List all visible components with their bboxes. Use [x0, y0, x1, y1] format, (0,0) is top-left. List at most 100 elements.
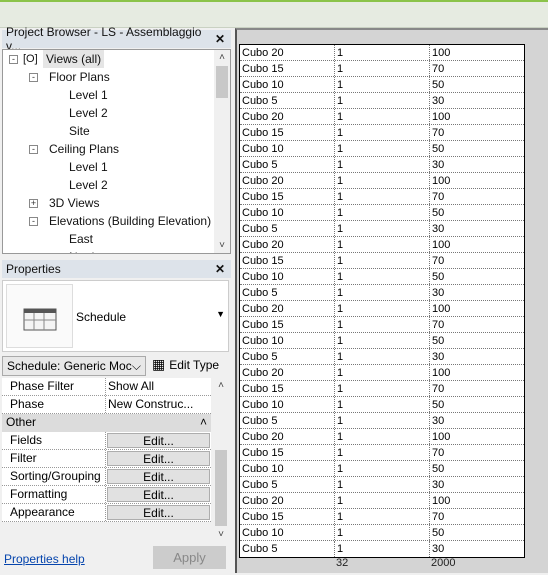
table-cell[interactable]: 50	[430, 205, 524, 220]
table-cell[interactable]: 1	[335, 429, 430, 444]
table-cell[interactable]: Cubo 15	[240, 189, 335, 204]
table-cell[interactable]: Cubo 10	[240, 205, 335, 220]
table-cell[interactable]: Cubo 5	[240, 93, 335, 108]
table-cell[interactable]: 1	[335, 525, 430, 540]
tree-item[interactable]: Floor Plans	[49, 68, 110, 86]
properties-help-link[interactable]: Properties help	[4, 552, 85, 566]
table-cell[interactable]: Cubo 20	[240, 365, 335, 380]
collapse-icon[interactable]: -	[29, 145, 38, 154]
edit-button[interactable]: Edit...	[107, 487, 210, 502]
table-cell[interactable]: 1	[335, 445, 430, 460]
table-cell[interactable]: 30	[430, 413, 524, 428]
table-cell[interactable]: 70	[430, 509, 524, 524]
instance-selector[interactable]: Schedule: Generic Moc ⌵	[2, 356, 146, 376]
tree-item[interactable]: Level 2	[69, 104, 108, 122]
table-cell[interactable]: Cubo 20	[240, 493, 335, 508]
table-cell[interactable]: Cubo 5	[240, 221, 335, 236]
close-icon[interactable]: ✕	[215, 262, 225, 276]
table-cell[interactable]: 1	[335, 157, 430, 172]
table-cell[interactable]: 1	[335, 413, 430, 428]
table-cell[interactable]: 1	[335, 45, 430, 60]
collapse-icon[interactable]: -	[29, 217, 38, 226]
table-cell[interactable]: 1	[335, 141, 430, 156]
table-cell[interactable]: 1	[335, 349, 430, 364]
table-cell[interactable]: 1	[335, 397, 430, 412]
tree-item[interactable]: Ceiling Plans	[49, 140, 119, 158]
tree-scrollbar[interactable]: ˄ ˅	[214, 50, 230, 253]
table-cell[interactable]: 70	[430, 253, 524, 268]
apply-button[interactable]: Apply	[153, 546, 226, 569]
table-cell[interactable]: Cubo 10	[240, 269, 335, 284]
collapse-icon[interactable]: -	[29, 73, 38, 82]
table-cell[interactable]: 1	[335, 77, 430, 92]
table-cell[interactable]: 1	[335, 333, 430, 348]
table-cell[interactable]: Cubo 5	[240, 157, 335, 172]
table-cell[interactable]: 100	[430, 237, 524, 252]
table-cell[interactable]: 50	[430, 269, 524, 284]
table-cell[interactable]: Cubo 15	[240, 317, 335, 332]
edit-type-button[interactable]: ▦ Edit Type	[152, 356, 219, 373]
table-cell[interactable]: 1	[335, 365, 430, 380]
table-cell[interactable]: 1	[335, 477, 430, 492]
table-cell[interactable]: 100	[430, 173, 524, 188]
table-cell[interactable]: 50	[430, 461, 524, 476]
tree-item[interactable]: Level 1	[69, 86, 108, 104]
table-cell[interactable]: 1	[335, 109, 430, 124]
table-cell[interactable]: 1	[335, 173, 430, 188]
table-cell[interactable]: 50	[430, 397, 524, 412]
edit-button[interactable]: Edit...	[107, 469, 210, 484]
scroll-down-icon[interactable]: ˅	[214, 240, 230, 251]
table-cell[interactable]: 70	[430, 445, 524, 460]
expand-icon[interactable]: +	[29, 199, 38, 208]
table-cell[interactable]: 1	[335, 61, 430, 76]
table-cell[interactable]: Cubo 10	[240, 77, 335, 92]
tree-item[interactable]: Elevations (Building Elevation)	[49, 212, 211, 230]
table-cell[interactable]: 1	[335, 221, 430, 236]
table-cell[interactable]: 70	[430, 61, 524, 76]
table-cell[interactable]: Cubo 5	[240, 413, 335, 428]
close-icon[interactable]: ✕	[215, 32, 225, 46]
dropdown-arrow-icon[interactable]: ▼	[216, 309, 225, 319]
property-value[interactable]: Show All	[106, 378, 211, 395]
table-cell[interactable]: Cubo 20	[240, 301, 335, 316]
table-cell[interactable]: 1	[335, 461, 430, 476]
table-cell[interactable]: 1	[335, 189, 430, 204]
table-cell[interactable]: Cubo 5	[240, 477, 335, 492]
tree-item[interactable]: East	[69, 230, 93, 248]
table-cell[interactable]: 1	[335, 541, 430, 557]
table-cell[interactable]: Cubo 20	[240, 429, 335, 444]
scroll-thumb[interactable]	[216, 66, 228, 98]
table-cell[interactable]: Cubo 10	[240, 397, 335, 412]
table-cell[interactable]: Cubo 15	[240, 381, 335, 396]
table-cell[interactable]: 100	[430, 493, 524, 508]
table-cell[interactable]: Cubo 5	[240, 541, 335, 557]
table-cell[interactable]: Cubo 10	[240, 333, 335, 348]
scroll-thumb[interactable]	[215, 450, 227, 526]
table-cell[interactable]: 30	[430, 349, 524, 364]
table-cell[interactable]: 70	[430, 317, 524, 332]
table-cell[interactable]: 30	[430, 221, 524, 236]
table-cell[interactable]: 30	[430, 157, 524, 172]
table-cell[interactable]: 1	[335, 509, 430, 524]
collapse-icon[interactable]: ˄	[200, 415, 207, 431]
table-cell[interactable]: Cubo 15	[240, 125, 335, 140]
table-cell[interactable]: 30	[430, 541, 524, 557]
table-cell[interactable]: Cubo 5	[240, 285, 335, 300]
table-cell[interactable]: 100	[430, 109, 524, 124]
table-cell[interactable]: Cubo 15	[240, 253, 335, 268]
tree-item[interactable]: Level 2	[69, 176, 108, 194]
table-cell[interactable]: 1	[335, 125, 430, 140]
table-cell[interactable]: Cubo 20	[240, 45, 335, 60]
table-cell[interactable]: 100	[430, 301, 524, 316]
table-cell[interactable]: Cubo 10	[240, 461, 335, 476]
table-cell[interactable]: 50	[430, 333, 524, 348]
collapse-icon[interactable]: -	[9, 55, 18, 64]
table-cell[interactable]: 100	[430, 429, 524, 444]
tree-item[interactable]: Views (all)	[43, 50, 105, 68]
table-cell[interactable]: 1	[335, 93, 430, 108]
table-cell[interactable]: Cubo 15	[240, 61, 335, 76]
table-cell[interactable]: 50	[430, 525, 524, 540]
tree-item[interactable]: 3D Views	[49, 194, 99, 212]
table-cell[interactable]: Cubo 15	[240, 509, 335, 524]
edit-button[interactable]: Edit...	[107, 505, 210, 520]
